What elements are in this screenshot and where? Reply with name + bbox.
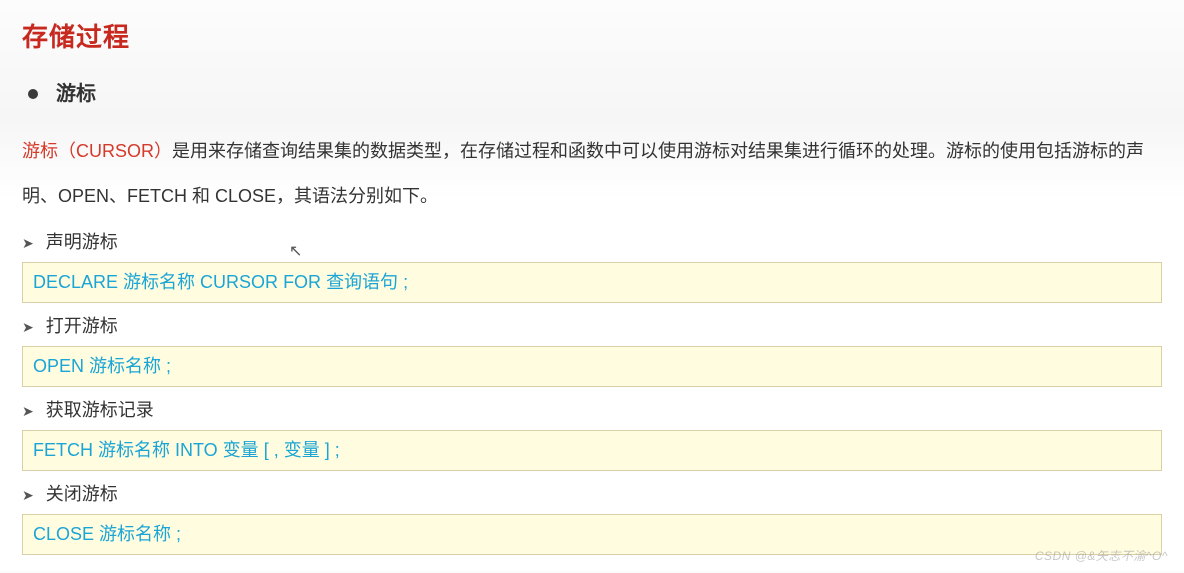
code-token: 变量 [ , 变量 ]: [223, 440, 330, 460]
code-token: ;: [176, 524, 181, 544]
code-box-declare: DECLARE 游标名称 CURSOR FOR 查询语句 ;: [22, 262, 1162, 303]
code-token: DECLARE: [33, 272, 123, 292]
code-token: FETCH: [33, 440, 98, 460]
code-token: FOR: [283, 272, 326, 292]
page-title: 存储过程: [22, 18, 1162, 57]
intro-accent: 游标（CURSOR）: [22, 141, 172, 161]
section-heading-text: 游标: [56, 79, 96, 109]
sub-heading-label: 打开游标: [46, 313, 118, 340]
sub-heading-label: 关闭游标: [46, 481, 118, 508]
code-token: ;: [403, 272, 408, 292]
sub-heading: ➤ 获取游标记录: [22, 397, 1162, 424]
code-token: 查询语句: [326, 272, 398, 292]
section-heading: 游标: [22, 79, 1162, 109]
code-token: 游标名称: [98, 440, 175, 460]
sub-heading: ➤ 打开游标: [22, 313, 1162, 340]
code-token: 游标名称: [123, 272, 200, 292]
bullet-icon: [28, 89, 38, 99]
code-token: ;: [335, 440, 340, 460]
code-box-open: OPEN 游标名称 ;: [22, 346, 1162, 387]
watermark: CSDN @&矢志不渝^O^: [1035, 547, 1168, 565]
code-token: OPEN: [33, 356, 89, 376]
sub-heading: ➤ 关闭游标: [22, 481, 1162, 508]
code-token: CLOSE: [33, 524, 99, 544]
chevron-right-icon: ➤: [22, 488, 34, 502]
document-page: 存储过程 游标 游标（CURSOR）是用来存储查询结果集的数据类型，在存储过程和…: [0, 0, 1184, 571]
code-token: ;: [166, 356, 171, 376]
subsection-fetch: ➤ 获取游标记录 FETCH 游标名称 INTO 变量 [ , 变量 ] ;: [22, 397, 1162, 471]
code-token: INTO: [175, 440, 223, 460]
subsection-close: ➤ 关闭游标 CLOSE 游标名称 ;: [22, 481, 1162, 555]
code-box-fetch: FETCH 游标名称 INTO 变量 [ , 变量 ] ;: [22, 430, 1162, 471]
code-box-close: CLOSE 游标名称 ;: [22, 514, 1162, 555]
chevron-right-icon: ➤: [22, 236, 34, 250]
subsection-open: ➤ 打开游标 OPEN 游标名称 ;: [22, 313, 1162, 387]
sub-heading: ➤ 声明游标: [22, 229, 1162, 256]
code-token: 游标名称: [89, 356, 161, 376]
intro-paragraph: 游标（CURSOR）是用来存储查询结果集的数据类型，在存储过程和函数中可以使用游…: [22, 129, 1162, 219]
chevron-right-icon: ➤: [22, 404, 34, 418]
intro-rest: 是用来存储查询结果集的数据类型，在存储过程和函数中可以使用游标对结果集进行循环的…: [22, 141, 1144, 206]
code-token: 游标名称: [99, 524, 171, 544]
sub-heading-label: 获取游标记录: [46, 397, 154, 424]
code-token: CURSOR: [200, 272, 283, 292]
sub-heading-label: 声明游标: [46, 229, 118, 256]
subsection-declare: ➤ 声明游标 DECLARE 游标名称 CURSOR FOR 查询语句 ;: [22, 229, 1162, 303]
chevron-right-icon: ➤: [22, 320, 34, 334]
